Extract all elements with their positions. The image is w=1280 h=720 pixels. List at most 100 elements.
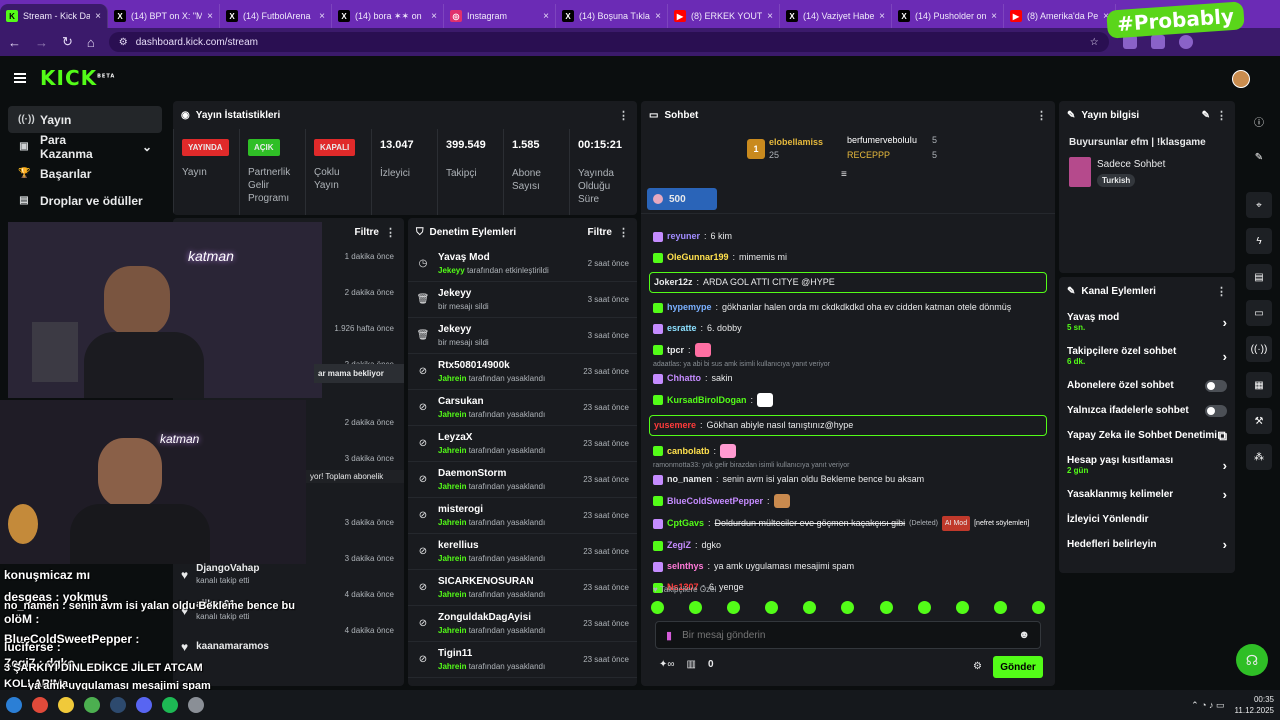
chat-username[interactable]: no_namen — [667, 473, 712, 486]
sidebar-item-droplar[interactable]: ▤ Droplar ve ödüller — [8, 187, 162, 214]
chat-username[interactable]: canbolatb — [667, 445, 710, 458]
moderation-row[interactable]: ⊘ misterogi Jahrein tarafından yasaklandı 2… — [408, 498, 637, 534]
user-avatar[interactable] — [1232, 70, 1250, 88]
more-options-icon[interactable]: ⋮ — [1036, 109, 1047, 122]
chat-username[interactable]: ZegiZ — [667, 539, 691, 552]
chat-username[interactable]: OleGunnar199 — [667, 251, 729, 264]
sidebar-item-para-kazanma[interactable]: ▣ Para Kazanma ⌄ — [8, 133, 162, 161]
expand-icon[interactable]: ≡ — [841, 169, 847, 180]
profile-icon[interactable] — [1178, 35, 1193, 49]
app-icon[interactable] — [58, 697, 74, 713]
filter-button[interactable]: Filtre — [355, 227, 379, 238]
emote-icon[interactable] — [841, 601, 855, 614]
close-icon[interactable]: × — [207, 11, 213, 22]
channel-action-item[interactable]: Yavaş mod 5 sn. › — [1059, 305, 1235, 339]
bookmark-star-icon[interactable]: ☆ — [1090, 37, 1099, 48]
channel-action-item[interactable]: Yasaklanmış kelimeler › — [1059, 482, 1235, 507]
moderation-row[interactable]: ⊘ DaemonStorm Jahrein tarafından yasakland… — [408, 462, 637, 498]
chat-message[interactable]: tpcr: — [641, 343, 1055, 357]
chat-username[interactable]: hypemype — [667, 301, 712, 314]
close-icon[interactable]: × — [767, 11, 773, 22]
back-icon[interactable]: ← — [8, 35, 21, 50]
kick-logo[interactable]: KICKBETA — [40, 66, 115, 90]
edit-icon[interactable]: ✎ — [1202, 110, 1210, 121]
layout-icon[interactable]: ▦ — [1246, 372, 1272, 398]
chat-icon[interactable]: ▭ — [1246, 300, 1272, 326]
chat-message[interactable]: canbolatb: — [641, 444, 1055, 458]
tray-icons[interactable]: ⌃ ◔ ♪ ▭ — [1191, 700, 1224, 711]
menu-icon[interactable] — [14, 73, 26, 83]
channel-action-item[interactable]: Yapay Zeka ile Sohbet Denetimi ⧉ — [1059, 423, 1235, 448]
notes-icon[interactable]: ▤ — [1246, 264, 1272, 290]
chat-message[interactable]: Chhatto: sakin — [641, 372, 1055, 385]
chat-username[interactable]: seInthys — [667, 560, 704, 573]
moderation-row[interactable]: ⊘ kerellius Jahrein tarafından yasaklandı 2… — [408, 534, 637, 570]
chat-message[interactable]: KursadBirolDogan: — [641, 393, 1055, 407]
close-icon[interactable]: × — [95, 11, 101, 22]
chat-message[interactable]: BlueColdSweetPepper: — [641, 494, 1055, 508]
moderation-row[interactable]: ◷ Yavaş Mod Jekeyy tarafından etkinleştiri… — [408, 246, 637, 282]
activity-row[interactable]: ♥ kaanamaramos — [181, 632, 381, 662]
chat-message[interactable]: yusemere: Gökhan abiyle nasıl tanıştınız@… — [649, 415, 1047, 436]
chat-input[interactable]: ▮ ☻ — [655, 621, 1041, 649]
support-icon[interactable]: ☊ — [1236, 644, 1268, 676]
chat-message[interactable]: reyuner:6 kim — [641, 230, 1055, 243]
emote-icon[interactable] — [993, 601, 1007, 614]
more-options-icon[interactable]: ⋮ — [1216, 285, 1227, 298]
browser-tab[interactable]: X (14) FutbolArena × — [220, 4, 332, 28]
clock[interactable]: 00:35 11.12.2025 — [1235, 694, 1274, 716]
emote-icon[interactable] — [689, 601, 703, 614]
emote-icon[interactable] — [765, 601, 779, 614]
chat-message[interactable]: no_namen: senin avm isi yalan oldu Beklem… — [641, 473, 1055, 486]
emote-icon[interactable] — [879, 601, 893, 614]
close-icon[interactable]: × — [655, 11, 661, 22]
moderation-row[interactable]: ⊘ Tigin11 Jahrein tarafından yasaklandı 23 … — [408, 642, 637, 678]
app-icon[interactable] — [32, 697, 48, 713]
more-options-icon[interactable]: ⋮ — [385, 226, 396, 239]
emote-icon[interactable] — [651, 601, 664, 614]
moderation-row[interactable]: ⊘ Carsukan Jahrein tarafından yasaklandı 23… — [408, 390, 637, 426]
apps-icon[interactable]: ⁂ — [1246, 444, 1272, 470]
channel-action-item[interactable]: Hedefleri belirleyin › — [1059, 532, 1235, 557]
browser-tab[interactable]: K Stream - Kick Das × — [0, 4, 108, 28]
url-field[interactable]: ⚙ dashboard.kick.com/stream ☆ — [108, 32, 1109, 52]
moderation-row[interactable]: ⊘ Rtx508014900k Jahrein tarafından yasakla… — [408, 354, 637, 390]
wrench-icon[interactable]: ⚒ — [1246, 408, 1272, 434]
chat-username[interactable]: KursadBirolDogan — [667, 394, 747, 407]
chat-username[interactable]: BlueColdSweetPepper — [667, 495, 763, 508]
settings-icon[interactable] — [188, 697, 204, 713]
chrome-icon[interactable] — [84, 697, 100, 713]
chat-message[interactable]: hypemype: gökhanlar halen orda mı ckdkdkd… — [641, 301, 1055, 314]
bolt-icon[interactable]: ϟ — [1246, 228, 1272, 254]
more-options-icon[interactable]: ⋮ — [618, 109, 629, 122]
sidebar-item-basarilar[interactable]: 🏆 Başarılar — [8, 160, 162, 187]
chat-username[interactable]: CptGavs — [667, 517, 704, 530]
steam-icon[interactable] — [110, 697, 126, 713]
emoji-icon[interactable]: ☻ — [1018, 629, 1030, 641]
site-info-icon[interactable]: ⚙ — [119, 37, 128, 48]
broadcast-icon[interactable]: ((·)) — [1246, 336, 1272, 362]
browser-tab[interactable]: ▶ (8) Amerika'da Pe × — [1004, 4, 1116, 28]
extension-icon[interactable] — [1150, 35, 1165, 49]
mic-icon[interactable]: ▮ — [666, 629, 672, 642]
message-field[interactable] — [682, 629, 1009, 641]
moderation-row[interactable]: ⊘ ZonguldakDagAyisi Jahrein tarafından yas… — [408, 606, 637, 642]
browser-tab[interactable]: X (14) Pusholder on × — [892, 4, 1004, 28]
chat-message[interactable]: Joker12z: ARDA GOL ATTI CITYE @HYPE — [649, 272, 1047, 293]
chest-icon[interactable]: ▥ — [687, 659, 696, 670]
gear-icon[interactable]: ⚙ — [973, 661, 982, 672]
emote-icon[interactable] — [917, 601, 931, 614]
info-icon[interactable]: ⓘ — [1246, 108, 1272, 134]
close-icon[interactable]: × — [543, 11, 549, 22]
channel-action-item[interactable]: İzleyici Yönlendir — [1059, 507, 1235, 532]
emote-icon[interactable] — [803, 601, 817, 614]
chat-username[interactable]: tpcr — [667, 344, 684, 357]
channel-action-item[interactable]: Takipçilere özel sohbet 6 dk. › — [1059, 339, 1235, 373]
emote-icon[interactable] — [955, 601, 969, 614]
more-options-icon[interactable]: ⋮ — [618, 226, 629, 239]
toggle-switch[interactable] — [1205, 379, 1227, 392]
moderation-row[interactable]: 🗑 Jekeyy bir mesajı sildi 3 saat önce — [408, 318, 637, 354]
channel-action-item[interactable]: Yalnızca ifadelerle sohbet — [1059, 398, 1235, 423]
chat-message[interactable]: OleGunnar199: mimemis mi — [641, 251, 1055, 264]
start-icon[interactable] — [6, 697, 22, 713]
